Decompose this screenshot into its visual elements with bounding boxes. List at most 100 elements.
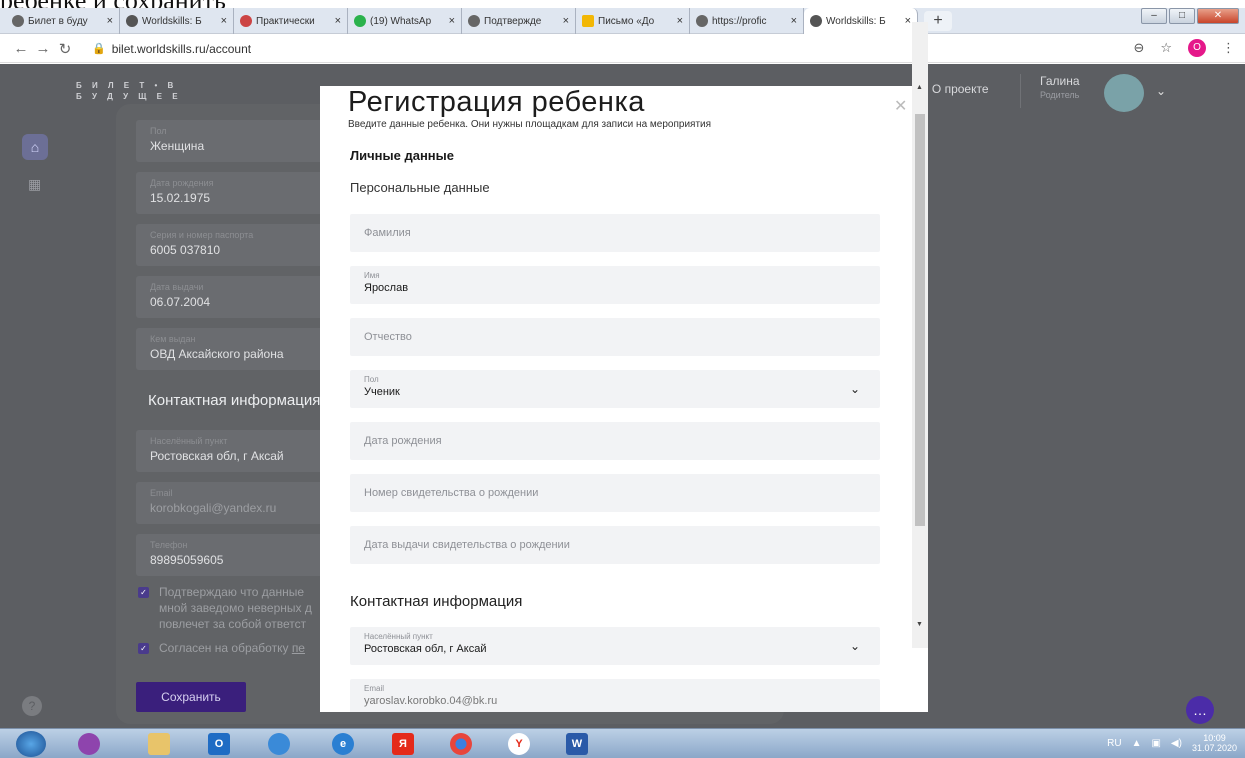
- passport-field: Серия и номер паспорта 6005 037810: [136, 224, 326, 266]
- whatsapp-icon: [354, 15, 366, 27]
- browser-tab[interactable]: Подтвержде ×: [462, 8, 576, 34]
- language-indicator[interactable]: RU: [1107, 738, 1121, 749]
- taskbar-app[interactable]: [254, 731, 304, 757]
- surname-input[interactable]: Фамилия: [350, 214, 880, 252]
- close-tab-icon[interactable]: ×: [221, 15, 227, 27]
- divider: [1020, 74, 1021, 108]
- os-taskbar: O e Я Y W RU ▲ ▣ ◀) 10:09 31.07.2020: [0, 728, 1245, 758]
- volume-icon[interactable]: ◀): [1171, 738, 1182, 749]
- taskbar-app[interactable]: e: [318, 731, 368, 757]
- windows-start-icon: [16, 731, 46, 757]
- taskbar-app[interactable]: Y: [494, 731, 544, 757]
- close-tab-icon[interactable]: ×: [563, 15, 569, 27]
- globe-icon: [12, 15, 24, 27]
- certificate-date-placeholder: Дата выдачи свидетельства о рождении: [364, 539, 570, 551]
- patronymic-input[interactable]: Отчество: [350, 318, 880, 356]
- chat-icon[interactable]: …: [1186, 696, 1214, 724]
- email-input[interactable]: Email yaroslav.korobko.04@bk.ru: [350, 679, 880, 712]
- site-logo[interactable]: Б И Л Е Т • В Б У Д У Щ Е Е: [76, 80, 182, 102]
- help-icon[interactable]: ?: [22, 696, 42, 716]
- browser-tab[interactable]: (19) WhatsAp ×: [348, 8, 462, 34]
- scroll-down-icon[interactable]: ▼: [916, 621, 923, 628]
- nav-about-label: О проекте: [931, 82, 989, 96]
- browser-tab[interactable]: Билет в буду ×: [6, 8, 120, 34]
- worldskills-icon: [810, 15, 822, 27]
- gender-select[interactable]: Пол Ученик ⌄: [350, 370, 880, 408]
- forward-icon[interactable]: →: [32, 40, 54, 57]
- birthdate-placeholder: Дата рождения: [364, 435, 442, 447]
- taskbar-app[interactable]: [134, 731, 184, 757]
- certificate-number-input[interactable]: Номер свидетельства о рождении: [350, 474, 880, 512]
- user-name: Галина: [1040, 74, 1080, 88]
- browser-tab[interactable]: Worldskills: Б ×: [120, 8, 234, 34]
- browser-tab[interactable]: https://profic ×: [690, 8, 804, 34]
- mail-icon: [582, 15, 594, 27]
- tray-arrow-icon[interactable]: ▲: [1132, 738, 1142, 749]
- issued-by-field: Кем выдан ОВД Аксайского района: [136, 328, 326, 370]
- browser-tab[interactable]: Письмо «До ×: [576, 8, 690, 34]
- outlook-icon: O: [208, 733, 230, 755]
- modal-title: Регистрация ребенка: [348, 86, 645, 118]
- profile-avatar[interactable]: O: [1188, 39, 1206, 57]
- taskbar-app[interactable]: Я: [378, 731, 428, 757]
- browser-tab[interactable]: Практически ×: [234, 8, 348, 34]
- chevron-down-icon[interactable]: ⌄: [1156, 84, 1166, 98]
- new-tab-button[interactable]: +: [924, 11, 952, 31]
- nav-about[interactable]: ▲О проекте: [920, 82, 989, 96]
- certificate-date-input[interactable]: Дата выдачи свидетельства о рождении: [350, 526, 880, 564]
- window-controls: – □ ✕: [1141, 8, 1239, 24]
- network-icon[interactable]: ▣: [1151, 738, 1160, 749]
- taskbar-app[interactable]: [436, 731, 486, 757]
- birthdate-input[interactable]: Дата рождения: [350, 422, 880, 460]
- section-contact: Контактная информация: [350, 593, 523, 610]
- maximize-button[interactable]: □: [1169, 8, 1195, 24]
- zoom-icon[interactable]: ⊖: [1133, 40, 1144, 56]
- email-field: Email korobkogali@yandex.ru: [136, 482, 326, 524]
- email-label: Email: [364, 684, 385, 693]
- clock[interactable]: 10:09 31.07.2020: [1192, 733, 1237, 753]
- close-tab-icon[interactable]: ×: [335, 15, 341, 27]
- consent-checkbox[interactable]: ✓ Согласен на обработку пе: [138, 640, 305, 656]
- close-tab-icon[interactable]: ×: [791, 15, 797, 27]
- modal-scrollbar[interactable]: ▲ ▼: [912, 22, 928, 648]
- yandex-browser-icon: Я: [392, 733, 414, 755]
- scroll-up-icon[interactable]: ▲: [916, 84, 923, 91]
- city-select[interactable]: Населённый пункт Ростовская обл, г Аксай ⌄: [350, 627, 880, 665]
- url-field[interactable]: bilet.worldskills.ru/account: [112, 42, 251, 56]
- taskbar-app[interactable]: O: [194, 731, 244, 757]
- check-icon: ✓: [138, 587, 149, 598]
- browser-tab-strip: Билет в буду × Worldskills: Б × Практическ…: [0, 8, 1245, 34]
- taskbar-app[interactable]: [64, 731, 114, 757]
- gender-label: Пол: [364, 375, 379, 384]
- confirm-checkbox[interactable]: ✓ Подтверждаю что данные мной заведомо нев…: [138, 584, 312, 632]
- bookmark-star-icon[interactable]: ☆: [1160, 40, 1172, 56]
- minimize-button[interactable]: –: [1141, 8, 1167, 24]
- close-tab-icon[interactable]: ×: [677, 15, 683, 27]
- check-icon: ✓: [138, 643, 149, 654]
- close-tab-icon[interactable]: ×: [107, 15, 113, 27]
- issue-date-field: Дата выдачи 06.07.2004: [136, 276, 326, 318]
- close-icon[interactable]: ✕: [894, 96, 907, 116]
- save-button[interactable]: Сохранить: [136, 682, 246, 712]
- home-icon[interactable]: ⌂: [22, 134, 48, 160]
- tab-label: Билет в буду: [28, 15, 88, 27]
- menu-dots-icon[interactable]: ⋮: [1222, 40, 1235, 56]
- browser-tab-active[interactable]: Worldskills: Б ×: [804, 8, 918, 34]
- start-button[interactable]: [6, 731, 56, 757]
- calendar-icon[interactable]: ▦: [28, 176, 41, 193]
- name-input[interactable]: Имя Ярослав: [350, 266, 880, 304]
- field-label: Телефон: [150, 540, 188, 550]
- clock-date: 31.07.2020: [1191, 743, 1237, 753]
- taskbar-app[interactable]: W: [552, 731, 602, 757]
- close-window-button[interactable]: ✕: [1197, 8, 1239, 24]
- close-tab-icon[interactable]: ×: [905, 15, 911, 27]
- back-icon[interactable]: ←: [10, 40, 32, 57]
- user-menu[interactable]: Галина Родитель: [1040, 74, 1080, 102]
- reload-icon[interactable]: ↻: [54, 40, 76, 58]
- consent-link[interactable]: пе: [292, 641, 305, 655]
- avatar[interactable]: [1104, 74, 1144, 112]
- scrollbar-thumb[interactable]: [915, 114, 925, 526]
- close-tab-icon[interactable]: ×: [449, 15, 455, 27]
- city-field: Населённый пункт Ростовская обл, г Аксай: [136, 430, 326, 472]
- user-role: Родитель: [1040, 90, 1080, 100]
